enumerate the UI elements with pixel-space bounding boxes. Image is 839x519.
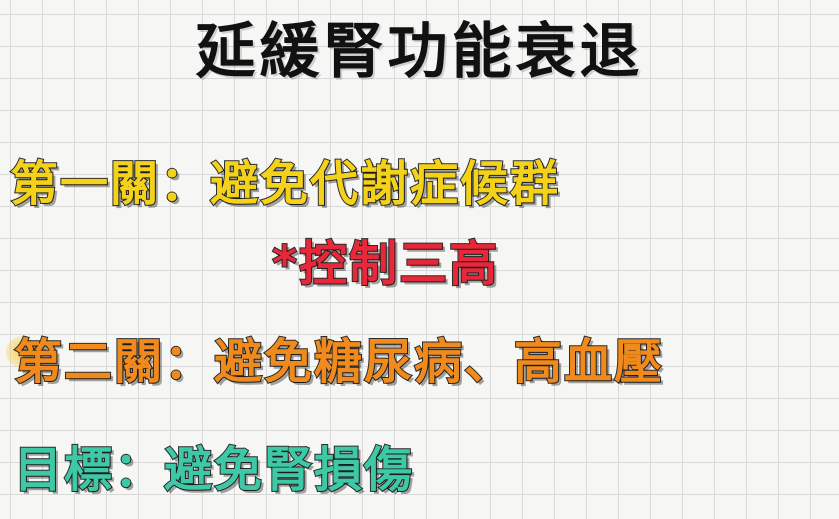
control-three-highs-line: *控制三高 (271, 236, 500, 292)
step-one-line: 第一關：避免代謝症候群 (9, 156, 561, 212)
goal-line: 目標：避免腎損傷 (13, 442, 415, 498)
slide-title: 延緩腎功能衰退 (195, 17, 644, 87)
step-two-line: 第二關：避免糖尿病、高血壓 (13, 334, 665, 390)
